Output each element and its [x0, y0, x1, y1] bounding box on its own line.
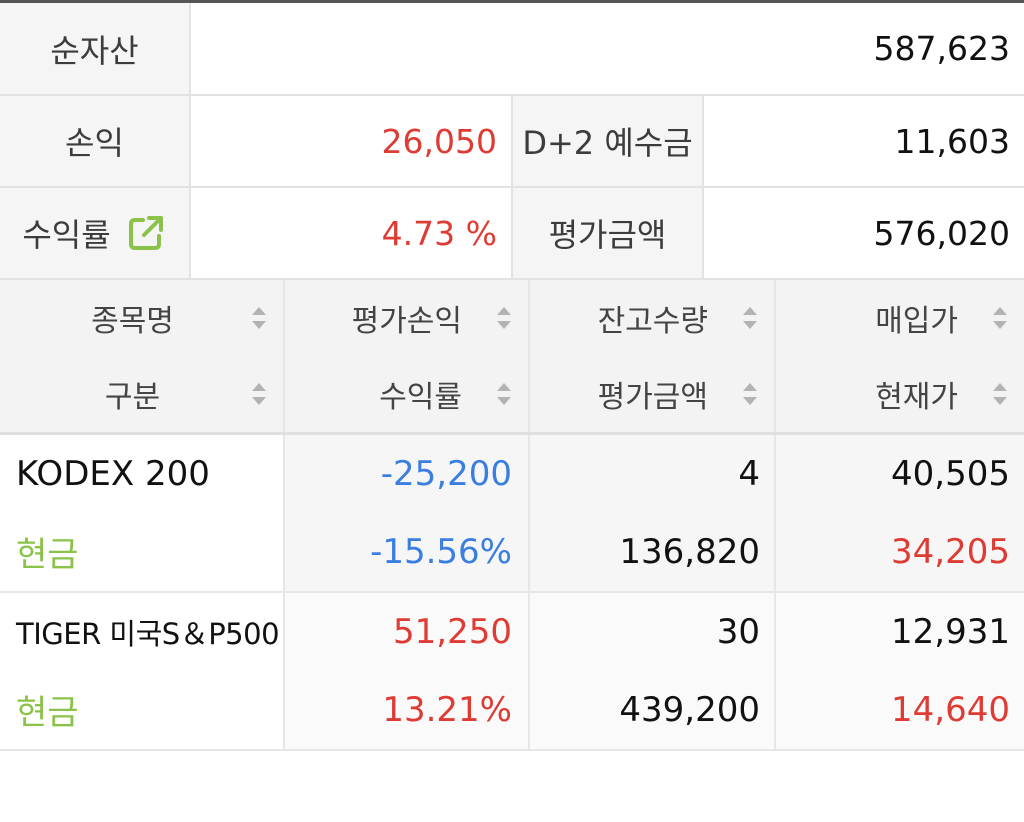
header-label: 현재가 — [875, 380, 958, 415]
header-label: 수익률 — [379, 380, 462, 415]
pnl-label: 손익 — [0, 94, 191, 188]
eval-value: 576,020 — [701, 186, 1024, 280]
sort-icon[interactable] — [494, 305, 514, 331]
holding-return: -15.56% — [284, 512, 530, 593]
header-label: 종목명 — [91, 304, 174, 339]
sort-icon[interactable] — [990, 305, 1010, 331]
table-row[interactable]: KODEX 200 -25,200 4 40,505 — [0, 433, 1024, 513]
table-row[interactable]: 현금 -15.56% 136,820 34,205 — [0, 512, 1024, 593]
col-header-buy-price[interactable]: 매입가 — [775, 280, 1024, 356]
holding-name[interactable]: TIGER 미국S＆P500 — [0, 591, 285, 671]
col-header-pnl[interactable]: 평가손익 — [284, 280, 530, 356]
header-label: 매입가 — [875, 304, 958, 339]
holding-type: 현금 — [0, 670, 285, 751]
holding-buy-price: 12,931 — [775, 591, 1024, 671]
col-header-eval-amount[interactable]: 평가금액 — [529, 356, 776, 435]
holding-current-price: 14,640 — [775, 670, 1024, 751]
sort-icon[interactable] — [740, 381, 760, 407]
header-label: 구분 — [104, 380, 161, 415]
col-header-return[interactable]: 수익률 — [284, 356, 530, 435]
table-row[interactable]: TIGER 미국S＆P500 51,250 30 12,931 — [0, 591, 1024, 671]
col-header-current-price[interactable]: 현재가 — [775, 356, 1024, 435]
col-header-quantity[interactable]: 잔고수량 — [529, 280, 776, 356]
account-summary-table: 순자산 587,623 손익 26,050 D+2 예수금 11,603 수익률 — [0, 3, 1024, 280]
holding-return: 13.21% — [284, 670, 530, 751]
return-label-group: 수익률 — [22, 210, 166, 256]
eval-label: 평가금액 — [511, 186, 704, 280]
table-row[interactable]: 현금 13.21% 439,200 14,640 — [0, 670, 1024, 751]
sort-icon[interactable] — [990, 381, 1010, 407]
sort-icon[interactable] — [740, 305, 760, 331]
holding-buy-price: 40,505 — [775, 433, 1024, 513]
holding-name[interactable]: KODEX 200 — [0, 433, 285, 513]
header-label: 평가손익 — [351, 304, 462, 339]
col-header-type[interactable]: 구분 — [0, 356, 285, 435]
net-assets-value: 587,623 — [188, 3, 1024, 96]
deposit-label: D+2 예수금 — [511, 94, 704, 188]
return-label-cell: 수익률 — [0, 186, 191, 280]
sort-icon[interactable] — [249, 305, 269, 331]
share-external-icon[interactable] — [125, 212, 167, 254]
holding-type: 현금 — [0, 512, 285, 593]
holding-eval-amount: 136,820 — [529, 512, 776, 593]
holding-pnl: -25,200 — [284, 433, 530, 513]
pnl-value: 26,050 — [189, 94, 513, 188]
net-assets-row: 순자산 587,623 — [0, 3, 1024, 96]
net-assets-label: 순자산 — [0, 3, 191, 96]
holding-pnl: 51,250 — [284, 591, 530, 671]
holdings-header-top: 종목명 평가손익 잔고수량 매입가 — [0, 280, 1024, 356]
holding-eval-amount: 439,200 — [529, 670, 776, 751]
holding-current-price: 34,205 — [775, 512, 1024, 593]
account-balance-screen: 순자산 587,623 손익 26,050 D+2 예수금 11,603 수익률 — [0, 0, 1024, 822]
sort-icon[interactable] — [249, 381, 269, 407]
deposit-value: 11,603 — [701, 94, 1024, 188]
sort-icon[interactable] — [494, 381, 514, 407]
holdings-table: 종목명 평가손익 잔고수량 매입가 구분 수익률 평가금액 현재가 KODEX … — [0, 280, 1024, 751]
pnl-row: 손익 26,050 D+2 예수금 11,603 — [0, 94, 1024, 188]
header-label: 잔고수량 — [597, 304, 708, 339]
holdings-header-bottom: 구분 수익률 평가금액 현재가 — [0, 356, 1024, 435]
holding-quantity: 30 — [529, 591, 776, 671]
header-label: 평가금액 — [597, 380, 708, 415]
col-header-name[interactable]: 종목명 — [0, 280, 285, 356]
return-row: 수익률 4.73 % 평가금액 576,020 — [0, 186, 1024, 280]
return-value: 4.73 % — [189, 186, 513, 280]
return-label: 수익률 — [22, 216, 111, 254]
holding-quantity: 4 — [529, 433, 776, 513]
